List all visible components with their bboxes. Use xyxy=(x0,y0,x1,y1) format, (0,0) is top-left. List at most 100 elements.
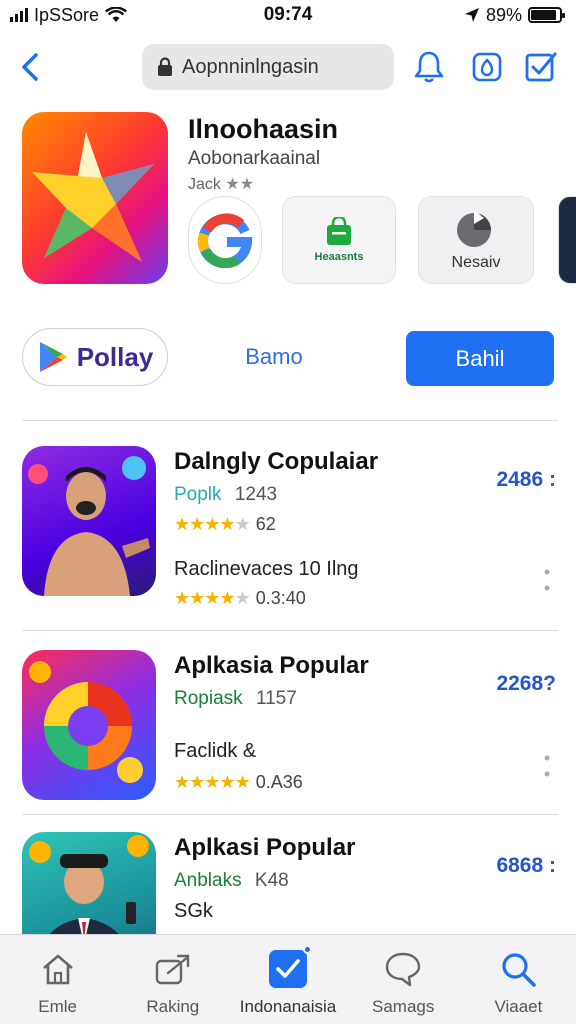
featured-app-icon[interactable] xyxy=(22,112,168,284)
star-burst-logo-icon xyxy=(32,132,154,262)
tab-messages[interactable]: Samags xyxy=(346,935,461,1024)
app-count: K48 xyxy=(254,870,289,891)
tab-label: Samags xyxy=(372,997,435,1016)
camera-icon xyxy=(472,52,502,82)
new-chip-label: Nesaiv xyxy=(451,254,501,271)
tab-indonesia[interactable]: Indonanaisia xyxy=(230,935,345,1024)
star-icon: ★ xyxy=(189,772,205,792)
star-icon: ★ xyxy=(234,772,251,792)
divider xyxy=(22,420,558,421)
battery-icon xyxy=(528,7,565,23)
notification-badge xyxy=(303,945,312,954)
star-icon: ★ xyxy=(189,514,205,534)
tab-label: Indonanaisia xyxy=(239,997,337,1016)
app-developer-row: Anblaks K48 xyxy=(174,870,289,892)
app-developer: Ropiask xyxy=(174,688,243,709)
tab-label: Viaaet xyxy=(494,997,543,1016)
tab-home[interactable]: Emle xyxy=(0,935,115,1024)
rating-value: 0.3:40 xyxy=(255,588,306,608)
search-field[interactable]: Aopnninlngasin xyxy=(142,44,394,90)
search-icon xyxy=(498,949,538,989)
edit-checkbox-icon xyxy=(525,52,557,82)
more-dots-icon[interactable] xyxy=(540,752,554,782)
primary-action-button[interactable]: Bahil xyxy=(406,331,554,386)
app-rating-secondary: ★★★★★ 0.3:40 xyxy=(174,588,306,609)
star-icon: ★ xyxy=(234,514,251,534)
app-list-item[interactable]: Aplkasia Popular Ropiask 1157 Faclidk & … xyxy=(0,650,576,840)
google-logo-icon xyxy=(197,213,253,268)
app-icon xyxy=(22,650,156,800)
tab-bar: Emle Raking Indonanaisia Samags Viaaet xyxy=(0,934,576,1024)
app-developer: Poplk xyxy=(174,484,222,505)
featured-meta-text: Jack xyxy=(188,176,221,193)
bell-icon xyxy=(414,51,444,83)
app-name: Dalngly Copulaiar xyxy=(174,448,379,475)
featured-app-meta: Jack ★★ xyxy=(188,174,254,194)
app-price[interactable]: 2486 : xyxy=(496,468,556,492)
tab-label: Emle xyxy=(38,997,77,1016)
camera-button[interactable] xyxy=(468,48,506,86)
share-icon xyxy=(153,949,193,989)
signal-icon xyxy=(10,8,28,22)
app-price[interactable]: 2268? xyxy=(496,672,556,696)
nav-bar: Aopnninlngasin xyxy=(0,40,576,94)
app-secondary-text: Faclidk & xyxy=(174,740,257,762)
tab-search[interactable]: Viaaet xyxy=(461,935,576,1024)
app-icon xyxy=(22,446,156,596)
rating-value: 0.A36 xyxy=(255,772,303,792)
status-left: IpSSore xyxy=(10,5,127,26)
app-rating: ★★★★★ 62 xyxy=(174,514,276,535)
app-count: 1243 xyxy=(234,484,278,505)
play-button-label: Pollay xyxy=(76,341,154,372)
app-secondary-text: SGk xyxy=(174,900,213,922)
status-right: 89% xyxy=(464,4,565,26)
partial-app-chip[interactable] xyxy=(558,196,576,284)
shopping-bag-icon xyxy=(327,217,351,245)
battery-fill xyxy=(531,10,556,20)
star-icon: ★ xyxy=(234,588,251,608)
star-icon: ★ xyxy=(219,514,235,534)
app-developer-row: Poplk 1243 xyxy=(174,484,277,506)
app-count: 1157 xyxy=(255,688,297,709)
back-button[interactable] xyxy=(14,48,46,86)
star-icon: ★ xyxy=(219,772,235,792)
play-store-icon xyxy=(39,342,67,372)
demo-button[interactable]: Bamo xyxy=(216,328,332,386)
lock-icon xyxy=(158,57,172,76)
star-icon: ★ xyxy=(174,514,190,534)
battery-percent: 89% xyxy=(485,4,522,25)
tab-ranking[interactable]: Raking xyxy=(115,935,230,1024)
divider xyxy=(22,630,558,631)
app-name: Aplkasi Popular xyxy=(174,834,356,861)
chat-bubble-icon xyxy=(383,949,423,989)
play-button[interactable]: Pollay xyxy=(22,328,168,386)
app-list-item[interactable]: Dalngly Copulaiar Poplk 1243 ★★★★★ 62 Ra… xyxy=(0,446,576,636)
location-arrow-icon xyxy=(464,8,479,22)
star-rating-icon: ★★★★★ xyxy=(174,514,251,535)
back-chevron-icon xyxy=(22,53,38,81)
status-bar: IpSSore 09:74 89% xyxy=(0,0,576,30)
google-app-chip[interactable] xyxy=(188,196,262,284)
refresh-arrow-icon xyxy=(457,210,491,247)
app-developer: Anblaks xyxy=(174,870,242,891)
more-dots-icon[interactable] xyxy=(540,566,554,596)
star-rating-icon: ★★★★★ xyxy=(174,588,251,609)
checkbox-icon xyxy=(268,945,312,989)
notifications-button[interactable] xyxy=(410,48,448,86)
store-app-chip[interactable]: Heaasnts xyxy=(282,196,396,284)
star-icon: ★ xyxy=(239,176,255,193)
carrier-label: IpSSore xyxy=(34,4,100,25)
star-icon: ★ xyxy=(174,772,190,792)
star-icon: ★ xyxy=(225,176,240,193)
star-icon: ★ xyxy=(204,588,220,608)
featured-app-title: Ilnoohaasin xyxy=(188,114,339,144)
app-price[interactable]: 6868 : xyxy=(496,854,556,878)
star-icon: ★ xyxy=(219,588,235,608)
app-secondary-text: Raclinevaces 10 Ilng xyxy=(174,558,359,580)
wifi-icon xyxy=(105,7,127,22)
star-rating-icon: ★★★★★ xyxy=(174,772,251,793)
new-app-chip[interactable]: Nesaiv xyxy=(418,196,534,284)
edit-button[interactable] xyxy=(522,48,560,86)
star-icon: ★ xyxy=(204,772,220,792)
star-icon: ★ xyxy=(174,588,190,608)
